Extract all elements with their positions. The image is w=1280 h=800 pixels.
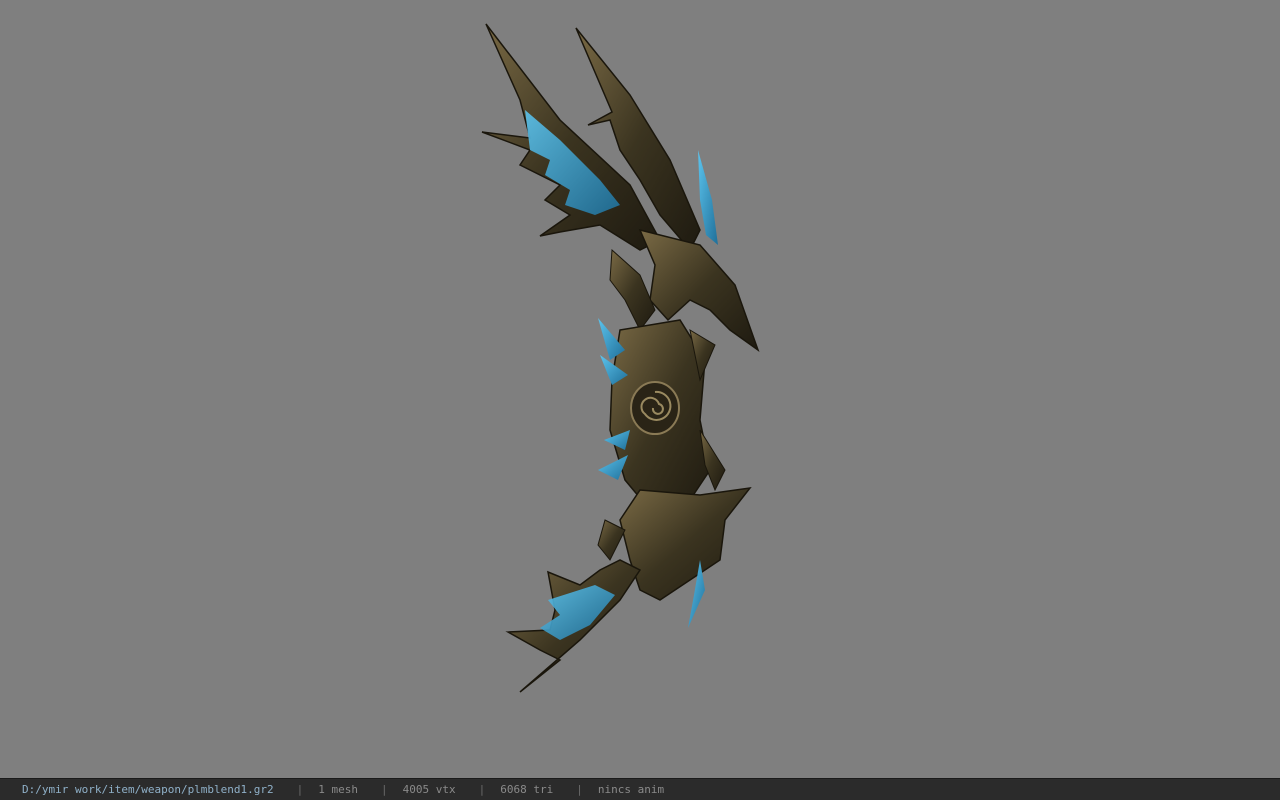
status-separator: | <box>478 783 486 796</box>
file-path: D:/ymir work/item/weapon/plmblend1.gr2 <box>22 783 274 796</box>
status-separator: | <box>296 783 304 796</box>
animation-status: nincs anim <box>597 783 665 796</box>
3d-viewport[interactable] <box>0 0 1280 778</box>
status-separator: | <box>576 783 583 796</box>
bow-model-render <box>481 23 760 693</box>
lower-wing <box>505 559 642 693</box>
upper-wing <box>481 23 718 252</box>
lower-limb <box>597 487 752 628</box>
triangle-count: 6068 tri <box>500 783 554 796</box>
vertex-count: 4005 vtx <box>402 783 456 796</box>
status-separator: | <box>381 783 388 796</box>
bow-grip <box>598 318 726 511</box>
mesh-count: 1 mesh <box>318 783 359 796</box>
status-bar: D:/ymir work/item/weapon/plmblend1.gr2 |… <box>0 778 1280 800</box>
